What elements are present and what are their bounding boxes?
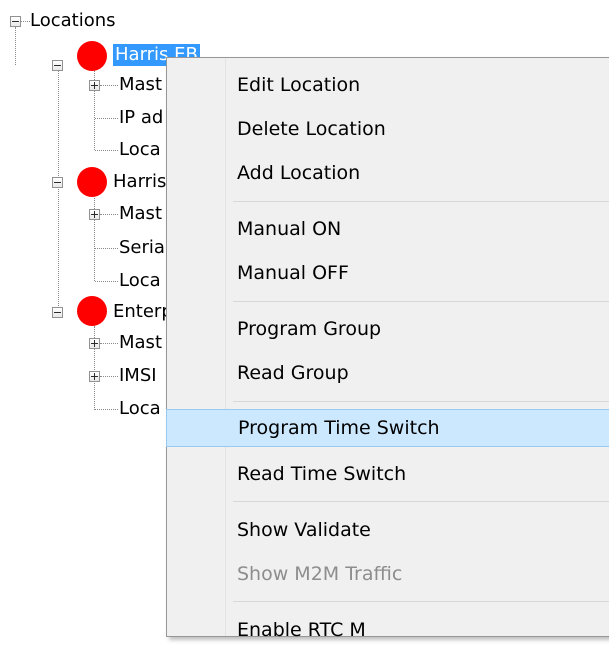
expand-child-icon[interactable] — [89, 80, 100, 91]
tree-child-node[interactable]: Mast — [119, 203, 162, 225]
menu-item-edit-location[interactable]: Edit Location — [169, 66, 609, 104]
menu-item-show-m2m-traffic: Show M2M Traffic — [237, 563, 403, 585]
tree-connector — [95, 281, 118, 282]
menu-item-enable-rtc[interactable]: Enable RTC M — [169, 611, 609, 649]
collapse-group-3-icon[interactable] — [52, 307, 63, 318]
tree-child-node[interactable]: Loca — [119, 270, 161, 292]
tree-connector — [58, 66, 59, 312]
expand-child-icon[interactable] — [89, 371, 100, 382]
tree-connector — [100, 85, 118, 86]
menu-item-program-group[interactable]: Program Group — [169, 310, 609, 348]
tree-connector — [100, 343, 118, 344]
tree-connector — [21, 21, 30, 22]
status-dot-icon — [77, 41, 107, 71]
tree-root-locations[interactable]: Locations — [30, 10, 116, 32]
tree-connector — [100, 214, 118, 215]
tree-connector — [15, 27, 16, 65]
tree-node-enterp[interactable]: Enterp — [113, 301, 173, 323]
menu-separator — [233, 301, 609, 302]
tree-child-node[interactable]: IP ad — [119, 107, 163, 129]
collapse-group-2-icon[interactable] — [52, 177, 63, 188]
menu-item-show-validate[interactable]: Show Validate — [169, 511, 609, 549]
tree-connector — [95, 118, 118, 119]
tree-connector — [95, 150, 118, 151]
tree-connector — [95, 248, 118, 249]
status-dot-icon — [77, 167, 107, 197]
tree-child-node[interactable]: Seria — [119, 237, 165, 259]
context-menu: Edit Location Delete Location Add Locati… — [166, 57, 609, 641]
tree-child-node[interactable]: Loca — [119, 398, 161, 420]
menu-separator — [233, 501, 609, 502]
menu-separator — [233, 401, 609, 402]
tree-connector — [95, 409, 118, 410]
tree-node-harris[interactable]: Harris — [113, 171, 166, 193]
menu-item-read-time-switch[interactable]: Read Time Switch — [169, 455, 609, 493]
menu-separator — [233, 201, 609, 202]
collapse-group-1-icon[interactable] — [52, 60, 63, 71]
menu-item-add-location[interactable]: Add Location — [169, 154, 609, 192]
tree-child-node[interactable]: Loca — [119, 139, 161, 161]
tree-connector — [100, 376, 118, 377]
expand-child-icon[interactable] — [89, 209, 100, 220]
expand-child-icon[interactable] — [89, 338, 100, 349]
tree-child-node[interactable]: IMSI — [119, 365, 157, 387]
menu-item-read-group[interactable]: Read Group — [169, 354, 609, 392]
menu-item-program-time-switch[interactable]: Program Time Switch — [166, 409, 609, 447]
tree-child-node[interactable]: Mast — [119, 332, 162, 354]
menu-item-manual-off[interactable]: Manual OFF — [169, 254, 609, 292]
menu-item-delete-location[interactable]: Delete Location — [169, 110, 609, 148]
tree-child-node[interactable]: Mast — [119, 74, 162, 96]
status-dot-icon — [77, 296, 107, 326]
menu-item-manual-on[interactable]: Manual ON — [169, 210, 609, 248]
collapse-root-icon[interactable] — [10, 16, 21, 27]
menu-separator — [233, 601, 609, 602]
